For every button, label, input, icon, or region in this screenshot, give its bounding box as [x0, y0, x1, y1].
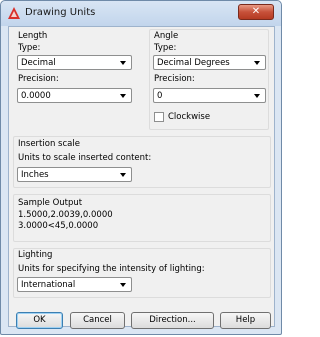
length-precision-select[interactable]: 0.0000 — [17, 88, 132, 103]
ok-button[interactable]: OK — [16, 312, 63, 329]
sample-output-title: Sample Output — [18, 198, 83, 208]
clockwise-label[interactable]: Clockwise — [168, 112, 210, 122]
chevron-down-icon — [120, 173, 126, 177]
insertion-units-select[interactable]: Inches — [17, 167, 132, 182]
drawing-units-dialog: Drawing Units ✕ Length Type: Decimal Pre… — [0, 0, 282, 335]
lighting-title: Lighting — [18, 250, 53, 260]
lighting-desc: Units for specifying the intensity of li… — [18, 264, 205, 274]
chevron-down-icon — [254, 94, 260, 98]
title-bar[interactable]: Drawing Units ✕ — [1, 1, 281, 26]
dialog-client-area: Length Type: Decimal Precision: 0.0000 A… — [8, 26, 275, 329]
close-button[interactable]: ✕ — [238, 4, 274, 20]
cancel-button[interactable]: Cancel — [70, 312, 125, 329]
angle-type-select[interactable]: Decimal Degrees — [153, 55, 266, 70]
close-icon: ✕ — [251, 6, 261, 17]
chevron-down-icon — [120, 61, 126, 65]
insertion-scale-desc: Units to scale inserted content: — [18, 153, 152, 163]
angle-precision-label: Precision: — [154, 74, 195, 84]
angle-precision-select[interactable]: 0 — [153, 88, 266, 103]
insertion-units-value: Inches — [21, 170, 49, 180]
length-precision-label: Precision: — [18, 74, 59, 84]
sample-output-line1: 1.5000,2.0039,0.0000 — [18, 210, 113, 220]
angle-section-title: Angle — [154, 31, 179, 41]
lighting-units-select[interactable]: International — [17, 277, 132, 292]
help-button[interactable]: Help — [220, 312, 271, 329]
dialog-title: Drawing Units — [25, 7, 96, 18]
length-section-title: Length — [18, 31, 48, 41]
clockwise-checkbox[interactable] — [154, 112, 164, 122]
direction-button[interactable]: Direction... — [131, 312, 214, 329]
angle-precision-value: 0 — [157, 91, 163, 101]
angle-type-value: Decimal Degrees — [157, 58, 230, 68]
chevron-down-icon — [120, 94, 126, 98]
length-precision-value: 0.0000 — [21, 91, 51, 101]
chevron-down-icon — [254, 61, 260, 65]
length-type-label: Type: — [18, 43, 41, 53]
angle-type-label: Type: — [154, 43, 177, 53]
lighting-units-value: International — [21, 280, 76, 290]
length-type-value: Decimal — [21, 58, 56, 68]
chevron-down-icon — [120, 283, 126, 287]
autocad-app-icon — [8, 7, 20, 19]
sample-output-line2: 3.0000<45,0.0000 — [18, 221, 99, 231]
insertion-scale-title: Insertion scale — [18, 139, 80, 149]
length-type-select[interactable]: Decimal — [17, 55, 132, 70]
